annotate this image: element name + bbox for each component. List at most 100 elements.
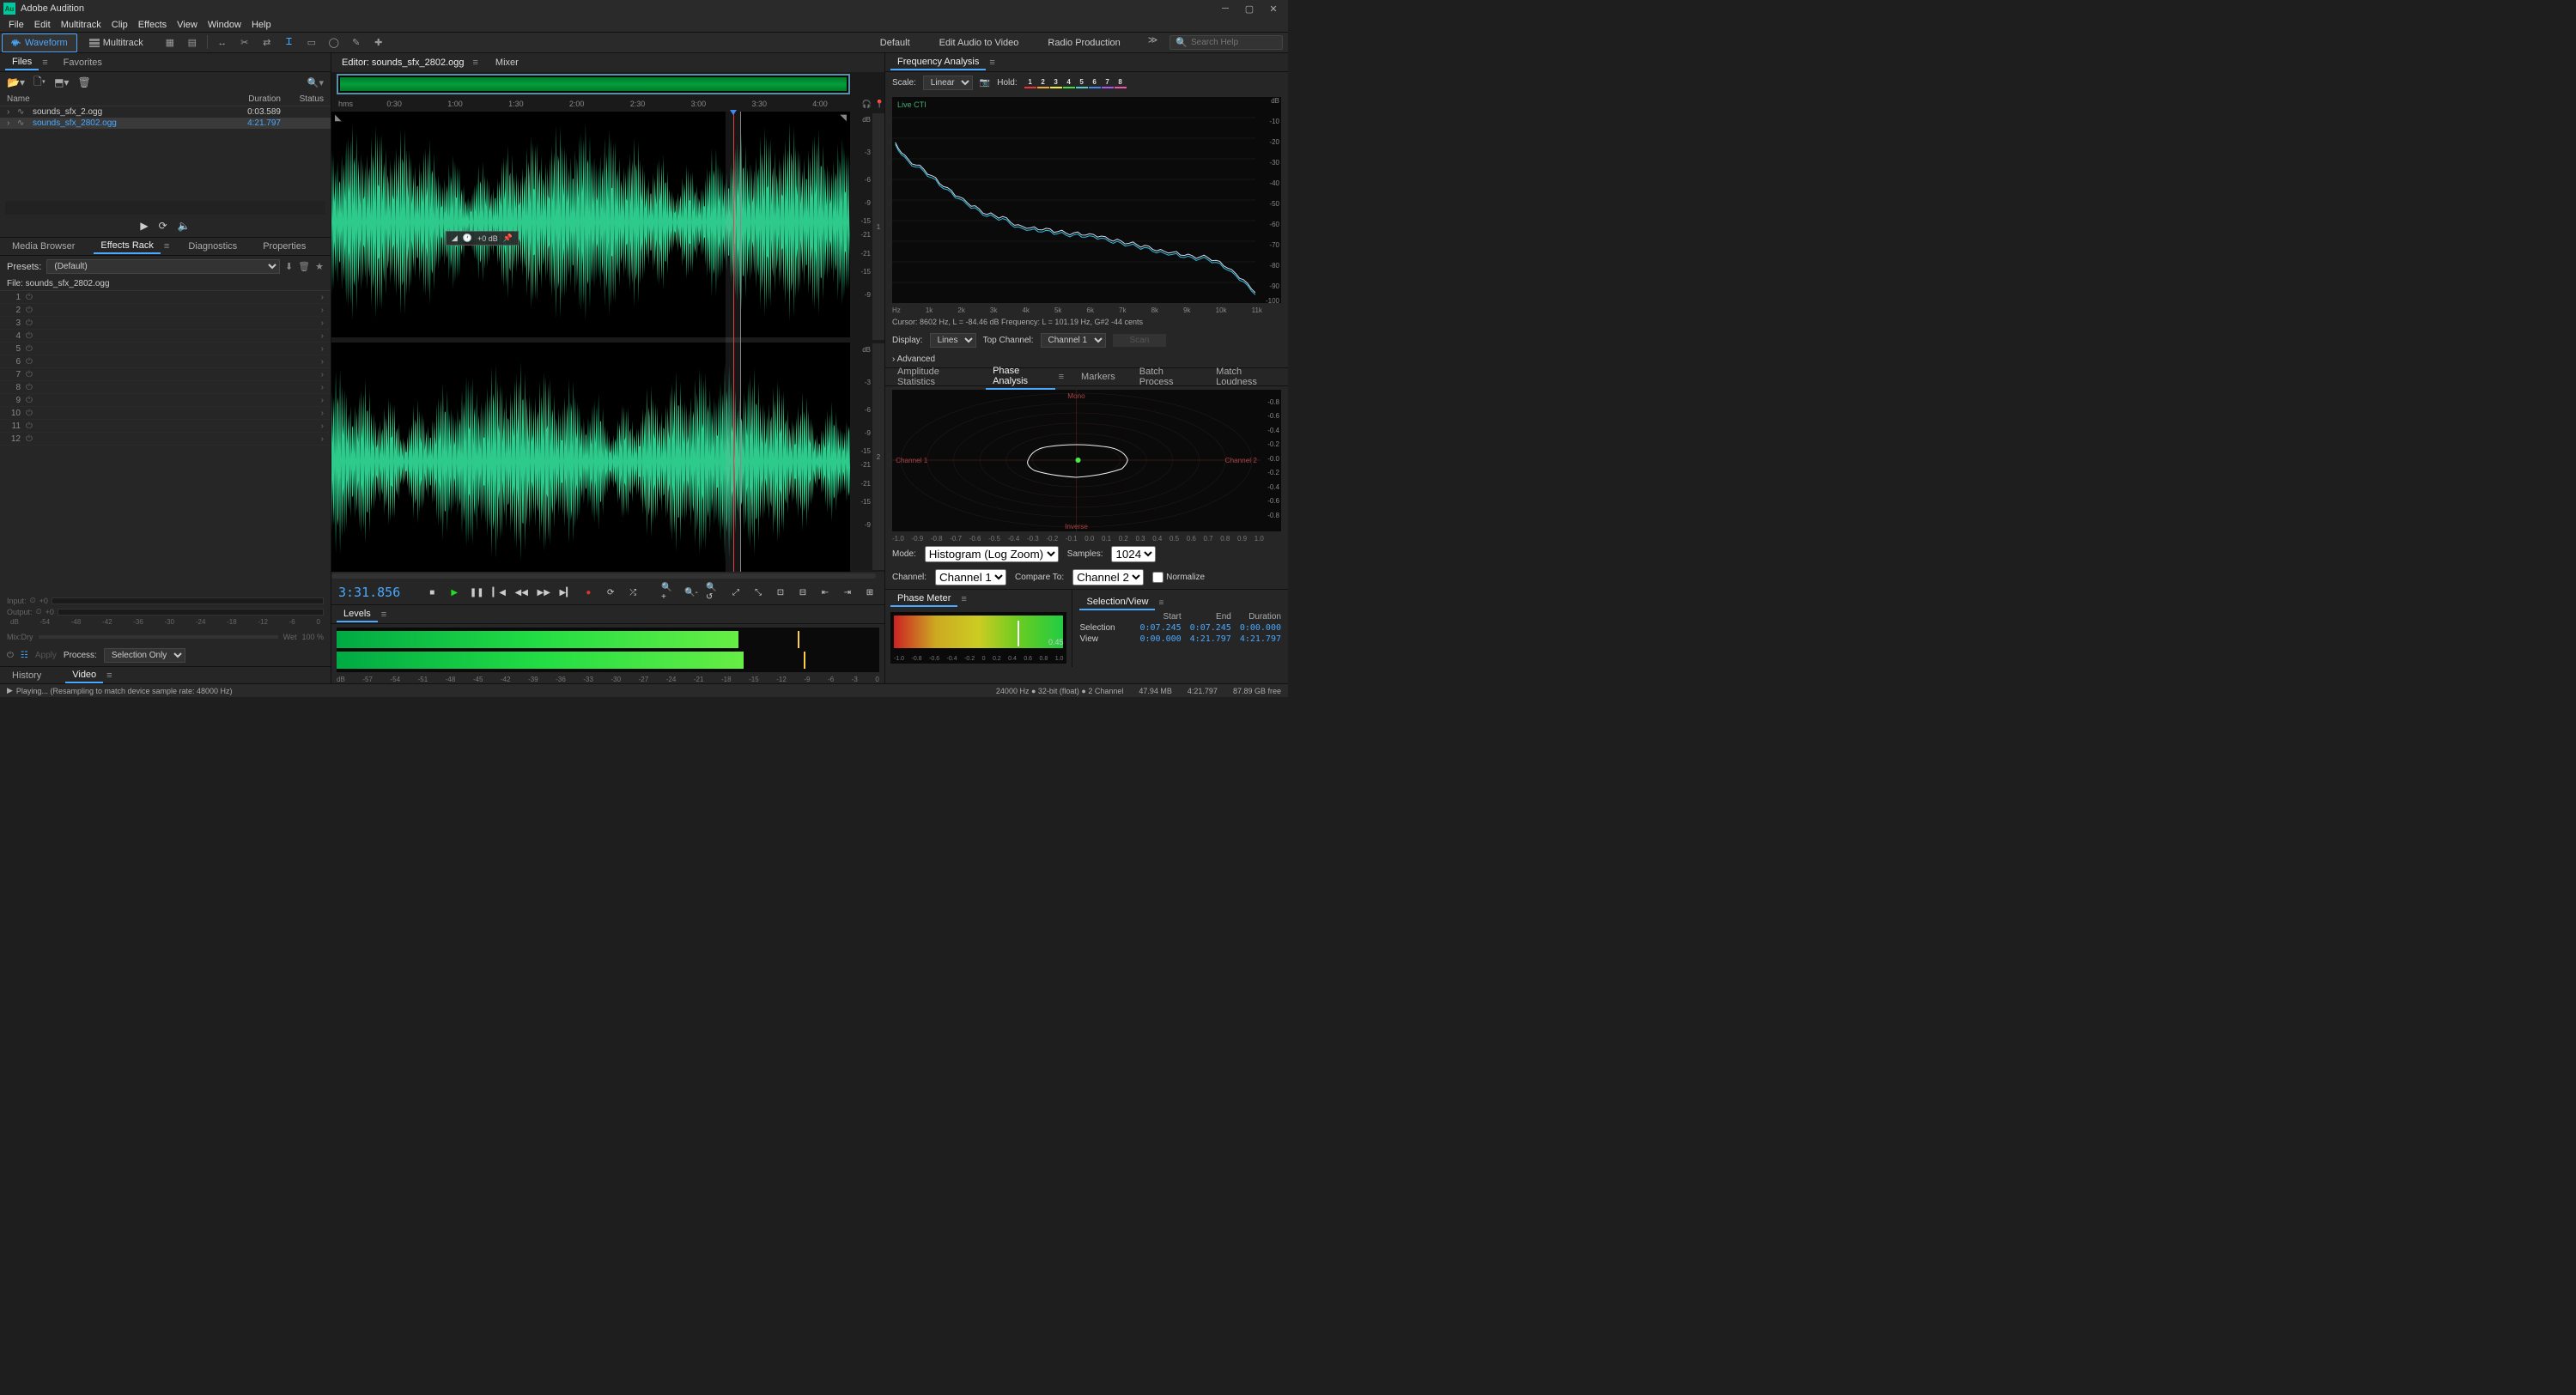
phase-meter-menu-icon[interactable]: ≡ (961, 594, 966, 604)
razor-tool-icon[interactable]: ✂ (237, 35, 252, 51)
slot-menu-icon[interactable]: › (321, 383, 324, 392)
workspace-more-icon[interactable]: ≫ (1143, 34, 1163, 52)
channel-1-badge[interactable]: 1 (872, 113, 884, 340)
topch-select[interactable]: Channel 1 (1041, 333, 1106, 348)
zoom-left-icon[interactable]: ⇤ (817, 585, 833, 600)
files-scrollbar[interactable] (5, 201, 325, 215)
open-file-icon[interactable]: 📂▾ (7, 76, 25, 88)
slot-power-icon[interactable]: ⏻ (26, 396, 33, 405)
slot-power-icon[interactable]: ⏻ (26, 306, 33, 315)
db-ruler[interactable]: dB -3 -6 -9 -15 -21 -21 -15 -9 dB -3 -6 … (850, 112, 872, 572)
slip-tool-icon[interactable]: ⇄ (259, 35, 275, 51)
brush-tool-icon[interactable]: ✎ (349, 35, 364, 51)
marker-icon[interactable]: 📍 (875, 100, 884, 109)
fx-slot[interactable]: 11⏻ › (0, 420, 331, 433)
go-end-button[interactable]: ▶▎ (558, 585, 574, 600)
tab-media-browser[interactable]: Media Browser (5, 240, 82, 253)
fx-slot[interactable]: 9⏻ › (0, 394, 331, 407)
workspace-radio[interactable]: Radio Production (1041, 34, 1127, 52)
files-loop-icon[interactable]: ⟳ (159, 220, 167, 232)
menu-multitrack[interactable]: Multitrack (56, 20, 106, 30)
mode-select[interactable]: Histogram (Log Zoom) (925, 546, 1059, 562)
col-status[interactable]: Status (281, 94, 324, 104)
channel-2-badge[interactable]: 2 (872, 343, 884, 570)
sv-sel-end[interactable]: 0:07.245 (1190, 623, 1231, 633)
search-help[interactable]: 🔍 (1170, 35, 1283, 50)
mix-slider[interactable] (39, 635, 278, 639)
fx-slot[interactable]: 5⏻ › (0, 343, 331, 355)
search-input[interactable] (1191, 38, 1277, 47)
workspace-default[interactable]: Default (873, 34, 917, 52)
menu-window[interactable]: Window (203, 20, 246, 30)
zoom-out-amp-icon[interactable]: ⤡ (750, 585, 766, 600)
ch1-corner-right-icon[interactable]: ◥ (840, 113, 847, 123)
sv-sel-dur[interactable]: 0:00.000 (1240, 623, 1281, 633)
playhead[interactable] (733, 112, 734, 572)
freq-channel-4[interactable]: 4 (1063, 78, 1075, 88)
delete-preset-icon[interactable]: 🗑 (298, 261, 310, 272)
tab-selection-view[interactable]: Selection/View (1079, 595, 1155, 610)
sv-view-dur[interactable]: 4:21.797 (1240, 634, 1281, 644)
sv-sel-start[interactable]: 0:07.245 (1139, 623, 1181, 633)
process-select[interactable]: Selection Only (104, 648, 185, 663)
mixer-tab[interactable]: Mixer (490, 56, 524, 70)
fx-list-icon[interactable]: ☷ (21, 651, 28, 660)
slot-menu-icon[interactable]: › (321, 422, 324, 431)
hud-fade-icon[interactable]: ◢ (452, 234, 458, 243)
frequency-plot[interactable]: Live CTI dB -10 -20 -30 -40 -50 -60 (892, 97, 1281, 303)
tab-properties[interactable]: Properties (256, 240, 313, 253)
insert-multitrack-icon[interactable]: ⬒▾ (54, 76, 69, 88)
file-row[interactable]: › ∿ sounds_sfx_2802.ogg 4:21.797 (0, 118, 331, 129)
lasso-tool-icon[interactable]: ◯ (326, 35, 342, 51)
menu-edit[interactable]: Edit (29, 20, 56, 30)
volume-hud[interactable]: ◢ 🕐 +0 dB 📌 (446, 231, 519, 246)
play-button[interactable]: ▶ (447, 585, 462, 600)
fx-power-icon[interactable]: ⏻ (7, 651, 14, 660)
expand-icon[interactable]: › (7, 118, 17, 128)
maximize-button[interactable]: ▢ (1243, 3, 1255, 15)
freq-channel-8[interactable]: 8 (1115, 78, 1127, 88)
tab-batch-process[interactable]: Batch Process (1133, 365, 1199, 389)
forward-button[interactable]: ▶▶ (536, 585, 551, 600)
slot-menu-icon[interactable]: › (321, 331, 324, 341)
zoom-in-amp-icon[interactable]: ⤢ (728, 585, 744, 600)
fx-slot[interactable]: 7⏻ › (0, 368, 331, 381)
slot-menu-icon[interactable]: › (321, 357, 324, 367)
tab-phase-meter[interactable]: Phase Meter (890, 591, 957, 607)
fx-slot[interactable]: 2⏻ › (0, 304, 331, 317)
favorite-preset-icon[interactable]: ★ (315, 261, 324, 272)
menu-clip[interactable]: Clip (106, 20, 133, 30)
slot-menu-icon[interactable]: › (321, 293, 324, 302)
tab-match-loudness[interactable]: Match Loudness (1209, 365, 1283, 389)
save-preset-icon[interactable]: ⬇ (285, 261, 293, 272)
slot-power-icon[interactable]: ⏻ (26, 318, 33, 328)
zoom-sel-in-icon[interactable]: ⊡ (773, 585, 788, 600)
freq-channel-3[interactable]: 3 (1050, 78, 1062, 88)
slot-power-icon[interactable]: ⏻ (26, 293, 33, 302)
camera-icon[interactable]: 📷 (980, 78, 990, 88)
editor-menu-icon[interactable]: ≡ (473, 58, 478, 68)
workspace-editvideo[interactable]: Edit Audio to Video (933, 34, 1026, 52)
tab-phase-analysis[interactable]: Phase Analysis (986, 364, 1055, 390)
zoom-in-time-icon[interactable]: 🔍+ (661, 585, 677, 600)
waveform-editor[interactable]: ◣ ◢ 🕐 +0 dB 📌 (331, 112, 884, 572)
hud-pin-icon[interactable]: 📌 (503, 234, 513, 243)
tab-diagnostics[interactable]: Diagnostics (181, 240, 244, 253)
presets-select[interactable]: (Default) (46, 259, 280, 274)
tab-frequency-analysis[interactable]: Frequency Analysis (890, 55, 986, 70)
overview-waveform[interactable] (337, 74, 850, 94)
effects-panel-menu-icon[interactable]: ≡ (164, 241, 169, 252)
freq-menu-icon[interactable]: ≡ (989, 58, 994, 68)
freq-channel-2[interactable]: 2 (1037, 78, 1049, 88)
spectral-pitch-icon[interactable]: ▦ (162, 35, 178, 51)
fx-slot[interactable]: 8⏻ › (0, 381, 331, 394)
freq-channel-5[interactable]: 5 (1076, 78, 1088, 88)
video-panel-menu-icon[interactable]: ≡ (106, 670, 112, 681)
files-search-icon[interactable]: 🔍▾ (307, 77, 324, 88)
rewind-button[interactable]: ◀◀ (513, 585, 529, 600)
slot-power-icon[interactable]: ⏻ (26, 422, 33, 431)
tab-amplitude-stats[interactable]: Amplitude Statistics (890, 365, 975, 389)
slot-menu-icon[interactable]: › (321, 306, 324, 315)
pin-cti-icon[interactable]: 🎧 (862, 100, 872, 109)
hud-clock-icon[interactable]: 🕐 (463, 234, 472, 243)
